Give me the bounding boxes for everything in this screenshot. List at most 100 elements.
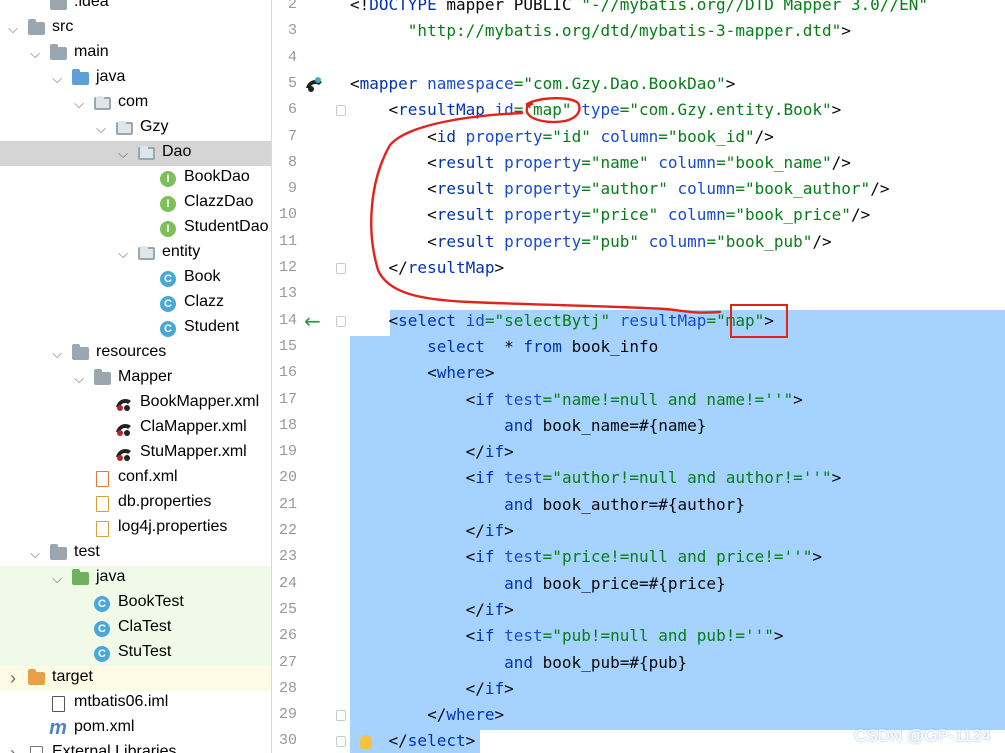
code-line: </if> <box>350 676 514 702</box>
code-token: /> <box>812 231 832 251</box>
tree-item-label: ClaTest <box>118 618 172 635</box>
code-token: result <box>436 231 505 251</box>
code-token: < <box>350 100 399 120</box>
code-token: </ <box>350 705 447 725</box>
tree-item-label: resources <box>96 343 167 360</box>
code-token: property <box>504 152 582 172</box>
tree-item-dao[interactable]: ⌵ Dao <box>0 141 271 166</box>
tree-item-external-libraries[interactable]: › External Libraries <box>0 741 271 753</box>
folder-icon <box>92 366 112 391</box>
code-token: where <box>436 363 485 383</box>
fold-marker-icon[interactable] <box>336 736 346 748</box>
navigate-arrow-icon[interactable]: ← <box>304 308 321 334</box>
chevron-down-icon[interactable]: ⌵ <box>28 41 42 66</box>
chevron-down-icon[interactable]: ⌵ <box>50 566 64 591</box>
chevron-down-icon[interactable]: ⌵ <box>94 116 108 141</box>
code-token: resultMap <box>407 258 495 277</box>
tree-item-conf-xml[interactable]: conf.xml <box>0 466 271 491</box>
tree-item-com[interactable]: ⌵ com <box>0 91 271 116</box>
code-token: < <box>350 179 437 199</box>
chevron-down-icon[interactable]: ⌵ <box>50 66 64 91</box>
code-token: and <box>504 415 543 435</box>
code-token: test <box>504 626 543 646</box>
code-token: </ <box>350 442 485 462</box>
tree-item-target[interactable]: › target <box>0 666 271 691</box>
chevron-down-icon[interactable]: ⌵ <box>116 141 130 166</box>
line-number: 30 <box>278 732 297 750</box>
tree-item-mtbatis06-iml[interactable]: mtbatis06.iml <box>0 691 271 716</box>
code-token: > <box>812 547 823 567</box>
tree-item-clazzdao[interactable]: I ClazzDao <box>0 191 271 216</box>
tree-item-gzy[interactable]: ⌵ Gzy <box>0 116 271 141</box>
chevron-down-icon[interactable]: ⌵ <box>72 91 86 116</box>
code-token: > <box>494 258 505 277</box>
tree-item-db-properties[interactable]: db.properties <box>0 491 271 516</box>
code-line: <result property="pub" column="book_pub"… <box>350 229 832 255</box>
code-line: and book_name=#{name} <box>350 413 706 439</box>
code-line: </if> <box>350 518 514 544</box>
tree-item-src[interactable]: ⌵ src <box>0 16 271 41</box>
code-token: book_name=#{name} <box>542 415 707 435</box>
tree-item-student[interactable]: C Student <box>0 316 271 341</box>
code-line: and book_author=#{author} <box>350 492 745 518</box>
tree-item-mapper[interactable]: ⌵ Mapper <box>0 366 271 391</box>
tree-item-label: ClazzDao <box>184 193 254 210</box>
tree-item-clamapper-xml[interactable]: ClaMapper.xml <box>0 416 271 441</box>
tree-item-label: BookMapper.xml <box>140 393 260 410</box>
code-token: DOCTYPE <box>369 0 447 14</box>
tree-item-log4j-properties[interactable]: log4j.properties <box>0 516 271 541</box>
tree-item-java[interactable]: ⌵ java <box>0 66 271 91</box>
tree-item--idea[interactable]: .idea <box>0 0 271 16</box>
code-token: > <box>465 731 476 751</box>
code-token: * <box>504 336 524 356</box>
source-folder-icon <box>70 66 90 91</box>
chevron-right-icon[interactable]: › <box>6 741 20 753</box>
code-token: ="price" <box>581 205 668 225</box>
code-line: </resultMap> <box>350 255 505 281</box>
mybatis-gutter-icon[interactable] <box>304 75 326 93</box>
line-number: 16 <box>278 364 297 382</box>
tree-item-stutest[interactable]: C StuTest <box>0 641 271 666</box>
maven-pom-icon: m <box>49 717 67 739</box>
tree-item-studentdao[interactable]: I StudentDao <box>0 216 271 241</box>
chevron-down-icon[interactable]: ⌵ <box>28 541 42 566</box>
tree-item-entity[interactable]: ⌵ entity <box>0 241 271 266</box>
tree-item-book[interactable]: C Book <box>0 266 271 291</box>
chevron-down-icon[interactable]: ⌵ <box>116 241 130 266</box>
chevron-down-icon[interactable]: ⌵ <box>72 366 86 391</box>
tree-item-pom-xml[interactable]: m pom.xml <box>0 716 271 741</box>
chevron-right-icon[interactable]: › <box>6 666 20 691</box>
code-token: > <box>484 363 495 383</box>
tree-item-label: Mapper <box>118 368 173 385</box>
fold-marker-icon[interactable] <box>336 315 346 327</box>
code-token: id <box>494 100 514 120</box>
code-line: <if test="author!=null and author!=''"> <box>350 465 842 491</box>
line-number: 3 <box>287 22 297 40</box>
tree-item-main[interactable]: ⌵ main <box>0 41 271 66</box>
code-token: column <box>648 231 707 251</box>
code-token: ="map" <box>706 310 765 330</box>
interface-icon: I <box>158 216 178 241</box>
properties-file-icon <box>92 491 112 516</box>
tree-item-booktest[interactable]: C BookTest <box>0 591 271 616</box>
tree-item-bookmapper-xml[interactable]: BookMapper.xml <box>0 391 271 416</box>
tree-item-clazz[interactable]: C Clazz <box>0 291 271 316</box>
tree-item-stumapper-xml[interactable]: StuMapper.xml <box>0 441 271 466</box>
chevron-down-icon[interactable]: ⌵ <box>50 341 64 366</box>
code-token: > <box>773 626 784 646</box>
tree-item-resources[interactable]: ⌵ resources <box>0 341 271 366</box>
tree-item-test[interactable]: ⌵ test <box>0 541 271 566</box>
tree-item-bookdao[interactable]: I BookDao <box>0 166 271 191</box>
tree-item-java[interactable]: ⌵ java <box>0 566 271 591</box>
fold-marker-icon[interactable] <box>336 105 346 117</box>
tree-item-label: StuMapper.xml <box>140 443 247 460</box>
fold-marker-icon[interactable] <box>336 263 346 274</box>
tree-item-clatest[interactable]: C ClaTest <box>0 616 271 641</box>
line-number: 4 <box>287 48 297 66</box>
chevron-down-icon[interactable]: ⌵ <box>6 16 20 41</box>
fold-marker-icon[interactable] <box>336 710 346 722</box>
